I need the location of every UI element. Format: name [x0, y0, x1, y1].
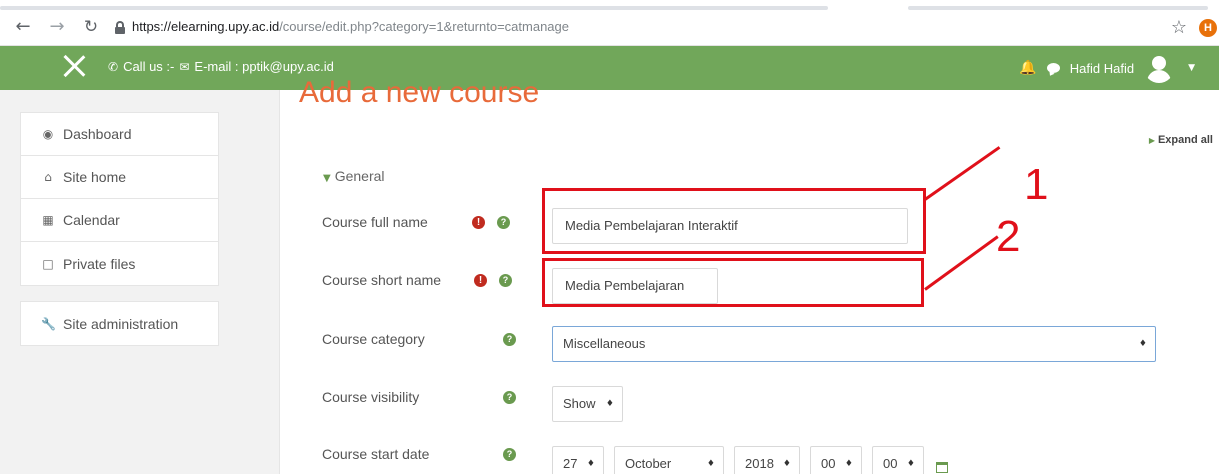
- wrench-icon: 🔧: [41, 316, 56, 331]
- sidebar-item-private-files[interactable]: □ Private files: [21, 242, 218, 285]
- course-category-select[interactable]: Miscellaneous ♦: [552, 326, 1156, 362]
- call-label: Call us :-: [123, 59, 175, 74]
- profile-avatar[interactable]: H: [1199, 19, 1217, 37]
- back-icon[interactable]: ←: [12, 16, 34, 38]
- avatar[interactable]: [1144, 53, 1175, 83]
- site-navbar: ✆ Call us :- ✉ E-mail : pptik@upy.ac.id …: [0, 46, 1219, 90]
- forward-icon[interactable]: →: [46, 16, 68, 38]
- dashboard-icon: ◉: [42, 127, 54, 141]
- select-arrows-icon: ♦: [586, 459, 595, 469]
- section-title: General: [334, 168, 385, 184]
- triangle-down-icon: ▼: [323, 173, 331, 184]
- required-icon: !: [472, 216, 485, 229]
- full-name-label: Course full name: [322, 214, 428, 230]
- triangle-right-icon: ▶: [1148, 136, 1155, 145]
- calendar-icon: ▦: [42, 213, 54, 227]
- category-value: Miscellaneous: [563, 336, 646, 351]
- start-date-label: Course start date: [322, 446, 430, 462]
- annotation-box-1: [542, 188, 926, 254]
- sidebar: ◉ Dashboard ⌂ Site home ▦ Calendar □ Pri…: [20, 112, 219, 346]
- start-hour-value: 00: [821, 456, 836, 471]
- help-icon[interactable]: ?: [503, 391, 516, 404]
- select-arrows-icon: ♦: [706, 459, 715, 469]
- sidebar-item-calendar[interactable]: ▦ Calendar: [21, 199, 218, 242]
- bookmark-star-icon[interactable]: ☆: [1171, 17, 1187, 38]
- close-icon[interactable]: [62, 54, 86, 78]
- annotation-number-2: 2: [996, 212, 1021, 261]
- sidebar-admin: 🔧 Site administration: [20, 301, 219, 346]
- start-month-value: October: [625, 456, 672, 471]
- main-content: Add a new course ▶ Expand all ▼ General Co…: [279, 76, 1219, 474]
- sidebar-item-site-administration[interactable]: 🔧 Site administration: [21, 302, 218, 345]
- expand-all-link[interactable]: ▶ Expand all: [1149, 134, 1213, 146]
- start-year-select[interactable]: 2018 ♦: [734, 446, 800, 474]
- visibility-label: Course visibility: [322, 389, 420, 405]
- page-body: ◉ Dashboard ⌂ Site home ▦ Calendar □ Pri…: [0, 76, 1219, 474]
- help-icon[interactable]: ?: [503, 448, 516, 461]
- bell-icon[interactable]: 🔔: [1019, 60, 1036, 76]
- file-icon: □: [42, 256, 54, 271]
- start-minute-value: 00: [883, 456, 898, 471]
- page-title: Add a new course: [299, 76, 540, 109]
- sidebar-nav: ◉ Dashboard ⌂ Site home ▦ Calendar □ Pri…: [20, 112, 219, 286]
- select-arrows-icon: ♦: [605, 399, 614, 409]
- required-icon: !: [474, 274, 487, 287]
- select-arrows-icon: ♦: [1138, 339, 1147, 349]
- start-year-value: 2018: [745, 456, 774, 471]
- browser-tabstrip: [0, 0, 1219, 10]
- start-day-value: 27: [563, 456, 578, 471]
- sidebar-item-label: Site administration: [63, 315, 179, 332]
- annotation-number-1: 1: [1024, 160, 1049, 209]
- start-minute-select[interactable]: 00 ♦: [872, 446, 924, 474]
- calendar-picker-icon[interactable]: [936, 462, 948, 473]
- user-name[interactable]: Hafid Hafid: [1070, 61, 1134, 76]
- start-month-select[interactable]: October ♦: [614, 446, 724, 474]
- phone-icon: ✆: [108, 59, 119, 74]
- course-visibility-select[interactable]: Show ♦: [552, 386, 623, 422]
- sidebar-item-label: Calendar: [63, 212, 120, 228]
- sidebar-item-site-home[interactable]: ⌂ Site home: [21, 156, 218, 199]
- envelope-icon: ✉: [179, 59, 190, 74]
- select-arrows-icon: ♦: [844, 459, 853, 469]
- start-day-select[interactable]: 27 ♦: [552, 446, 604, 474]
- select-arrows-icon: ♦: [906, 459, 915, 469]
- short-name-label: Course short name: [322, 272, 442, 288]
- start-hour-select[interactable]: 00 ♦: [810, 446, 862, 474]
- sidebar-item-label: Site home: [63, 169, 127, 185]
- browser-toolbar: ← → ↻ https://elearning.upy.ac.id/course…: [0, 10, 1219, 46]
- help-icon[interactable]: ?: [503, 333, 516, 346]
- help-icon[interactable]: ?: [497, 216, 510, 229]
- annotation-box-2: [542, 258, 924, 307]
- chat-icon[interactable]: [1046, 63, 1060, 73]
- select-arrows-icon: ♦: [782, 459, 791, 469]
- url-text[interactable]: https://elearning.upy.ac.id/course/edit.…: [132, 19, 569, 34]
- sidebar-item-dashboard[interactable]: ◉ Dashboard: [21, 113, 218, 156]
- sidebar-item-label: Dashboard: [63, 126, 132, 142]
- sidebar-item-label: Private files: [63, 255, 136, 272]
- reload-icon[interactable]: ↻: [80, 16, 102, 38]
- visibility-value: Show: [563, 396, 596, 411]
- home-icon: ⌂: [44, 170, 52, 184]
- contact-info: ✆ Call us :- ✉ E-mail : pptik@upy.ac.id: [108, 59, 334, 74]
- help-icon[interactable]: ?: [499, 274, 512, 287]
- email-label: E-mail : pptik@upy.ac.id: [194, 59, 334, 74]
- user-menu-area: 🔔 Hafid Hafid ▼: [1019, 53, 1195, 83]
- address-bar[interactable]: https://elearning.upy.ac.id/course/edit.…: [112, 16, 1197, 40]
- expand-all-label: Expand all: [1157, 134, 1213, 146]
- lock-icon: [115, 21, 125, 34]
- chevron-down-icon[interactable]: ▼: [1188, 63, 1195, 73]
- section-general-toggle[interactable]: ▼ General: [323, 168, 385, 184]
- category-label: Course category: [322, 331, 425, 347]
